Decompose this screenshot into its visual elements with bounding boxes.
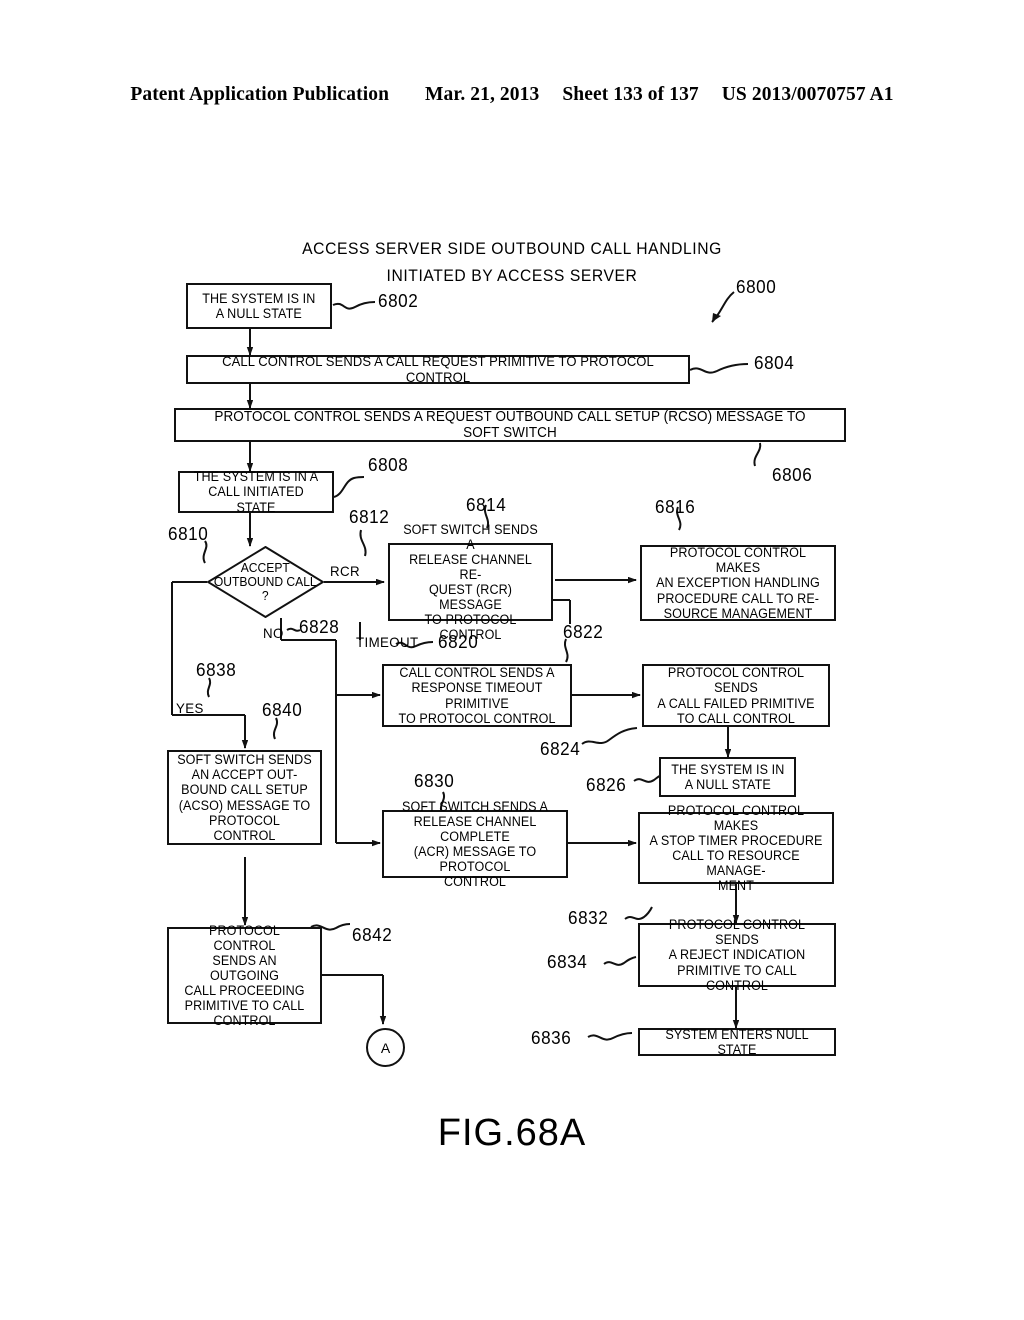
diagram-title-line-2: INITIATED BY ACCESS SERVER [386, 267, 638, 285]
ref-6810: 6810 [168, 524, 209, 544]
node-accept-outbound-call-setup-6840[interactable]: SOFT SWITCH SENDS AN ACCEPT OUT- BOUND C… [167, 750, 322, 845]
ref-6822: 6822 [563, 622, 604, 642]
decision-label: ACCEPT OUTBOUND CALL ? [214, 559, 317, 604]
node-label: PROTOCOL CONTROL MAKES AN EXCEPTION HAND… [656, 545, 820, 621]
node-exception-handling-6816[interactable]: PROTOCOL CONTROL MAKES AN EXCEPTION HAND… [640, 545, 836, 621]
figure-caption: FIG.68A [437, 1112, 587, 1154]
ref-6820: 6820 [438, 632, 479, 652]
edge-label-timeout: TIMEOUT [356, 634, 419, 650]
ref-6836: 6836 [531, 1028, 572, 1048]
connector-a-label: A [380, 1039, 391, 1056]
node-label: SOFT SWITCH SENDS AN ACCEPT OUT- BOUND C… [177, 752, 312, 843]
node-system-null-state-6802[interactable]: THE SYSTEM IS IN A NULL STATE [186, 283, 332, 329]
edge-label-yes: YES [176, 700, 204, 716]
ref-6806: 6806 [772, 465, 813, 485]
ref-6842: 6842 [352, 925, 393, 945]
node-response-timeout-primitive-6822[interactable]: CALL CONTROL SENDS A RESPONSE TIMEOUT PR… [382, 664, 572, 727]
ref-6812: 6812 [349, 507, 390, 527]
edge-label-no: NO [263, 625, 284, 641]
node-label: THE SYSTEM IS IN A NULL STATE [202, 290, 316, 321]
ref-6826: 6826 [586, 775, 627, 795]
node-label: PROTOCOL CONTROL SENDS A REJECT INDICATI… [668, 917, 806, 993]
decision-accept-outbound-call-6810[interactable]: ACCEPT OUTBOUND CALL ? [207, 546, 324, 618]
ref-6808: 6808 [368, 455, 409, 475]
edge-label-rcr: RCR [330, 563, 360, 579]
node-release-channel-complete-6830[interactable]: SOFT SWITCH SENDS A RELEASE CHANNEL COMP… [382, 799, 568, 889]
node-call-request-primitive-6804[interactable]: CALL CONTROL SENDS A CALL REQUEST PRIMIT… [186, 352, 690, 385]
ref-6804: 6804 [754, 353, 795, 373]
node-call-initiated-state-6808[interactable]: THE SYSTEM IS IN A CALL INITIATED STATE [178, 469, 334, 515]
node-label: PROTOCOL CONTROL SENDS A REQUEST OUTBOUN… [214, 408, 806, 441]
diagram-title-line-1: ACCESS SERVER SIDE OUTBOUND CALL HANDLIN… [302, 240, 722, 258]
ref-6840: 6840 [262, 700, 303, 720]
node-label: THE SYSTEM IS IN A NULL STATE [670, 761, 785, 792]
connector-a-circle[interactable]: A [366, 1028, 405, 1067]
ref-6800: 6800 [736, 277, 777, 297]
node-release-channel-request-6814[interactable]: SOFT SWITCH SENDS A RELEASE CHANNEL RE- … [388, 522, 553, 642]
node-call-failed-primitive-6824[interactable]: PROTOCOL CONTROL SENDS A CALL FAILED PRI… [642, 664, 830, 727]
ref-6832: 6832 [568, 908, 609, 928]
ref-6802: 6802 [378, 291, 419, 311]
ref-6816: 6816 [655, 497, 696, 517]
node-label: PROTOCOL CONTROL MAKES A STOP TIMER PROC… [649, 802, 823, 894]
ref-6838: 6838 [196, 660, 237, 680]
node-system-enters-null-state-6836[interactable]: SYSTEM ENTERS NULL STATE [638, 1026, 836, 1057]
node-stop-timer-procedure-6832[interactable]: PROTOCOL CONTROL MAKES A STOP TIMER PROC… [638, 803, 834, 893]
node-label: CALL CONTROL SENDS A RESPONSE TIMEOUT PR… [398, 665, 556, 726]
node-reject-indication-primitive-6834[interactable]: PROTOCOL CONTROL SENDS A REJECT INDICATI… [638, 917, 836, 993]
node-label: CALL CONTROL SENDS A CALL REQUEST PRIMIT… [222, 352, 654, 385]
ref-6834: 6834 [547, 952, 588, 972]
node-label: SOFT SWITCH SENDS A RELEASE CHANNEL RE- … [403, 521, 538, 643]
ref-6828: 6828 [299, 617, 340, 637]
ref-6830: 6830 [414, 771, 455, 791]
node-label: SYSTEM ENTERS NULL STATE [665, 1026, 809, 1057]
node-label: PROTOCOL CONTROL SENDS A CALL FAILED PRI… [657, 665, 815, 726]
node-system-null-state-6826[interactable]: THE SYSTEM IS IN A NULL STATE [659, 757, 796, 797]
node-rcso-message-6806[interactable]: PROTOCOL CONTROL SENDS A REQUEST OUTBOUN… [174, 408, 846, 442]
ref-6824: 6824 [540, 739, 581, 759]
node-outgoing-call-proceeding-6842[interactable]: PROTOCOL CONTROL SENDS AN OUTGOING CALL … [167, 923, 322, 1028]
ref-6814: 6814 [466, 495, 507, 515]
node-label: SOFT SWITCH SENDS A RELEASE CHANNEL COMP… [402, 798, 548, 890]
node-label: PROTOCOL CONTROL SENDS AN OUTGOING CALL … [184, 922, 305, 1029]
node-label: THE SYSTEM IS IN A CALL INITIATED STATE [193, 469, 319, 515]
